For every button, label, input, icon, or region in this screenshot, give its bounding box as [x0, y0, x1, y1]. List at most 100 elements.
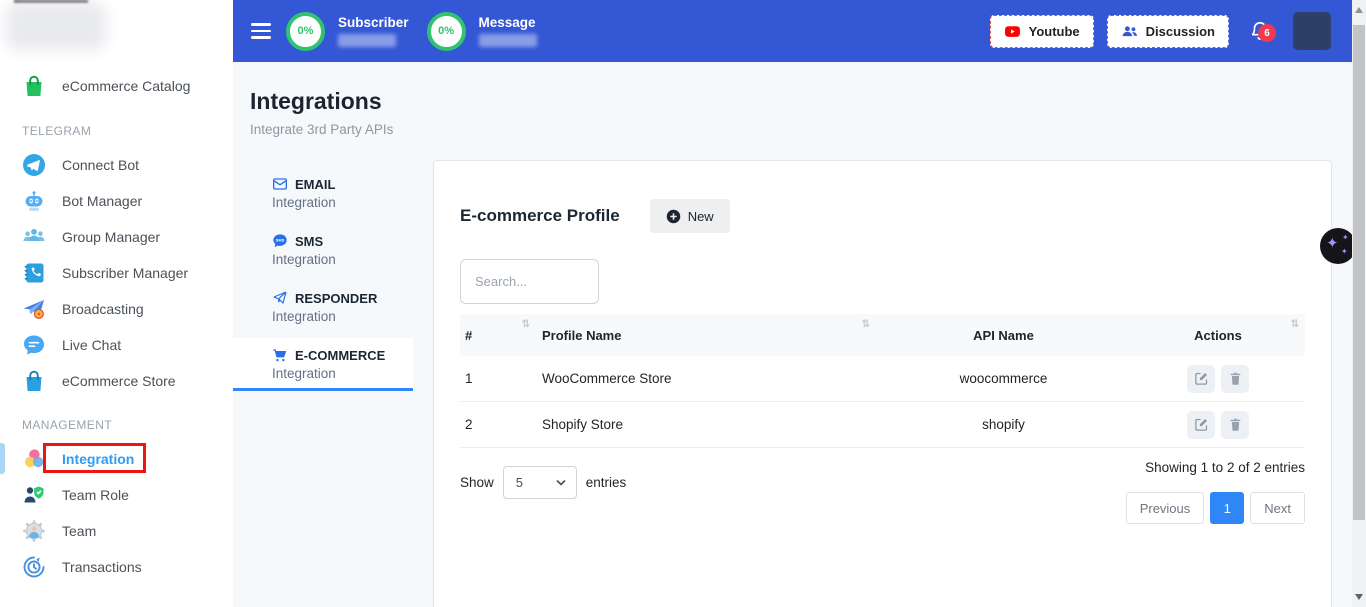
scroll-up-arrow[interactable] — [1352, 2, 1366, 18]
sparkle-icon: ✦ — [1342, 234, 1349, 242]
page-size-value: 5 — [516, 475, 523, 490]
scroll-down-arrow[interactable] — [1352, 589, 1366, 605]
previous-page-button[interactable]: Previous — [1126, 492, 1205, 524]
column-header-actions[interactable]: Actions ⇅ — [1131, 314, 1305, 356]
delete-button[interactable] — [1221, 365, 1249, 393]
sidebar-item-team[interactable]: Team — [0, 513, 233, 549]
notifications-button[interactable]: 6 — [1249, 20, 1271, 42]
row-api-name: shopify — [876, 417, 1131, 432]
column-header-api-name[interactable]: API Name — [876, 314, 1131, 356]
sort-icon: ⇅ — [522, 319, 530, 330]
sidebar-item-connect-bot[interactable]: Connect Bot — [0, 147, 233, 183]
row-profile-name: WooCommerce Store — [536, 371, 876, 386]
app-window: eCommerce Catalog TELEGRAM Connect Bot B… — [0, 0, 1366, 607]
plus-circle-icon — [666, 209, 681, 224]
subnav-title-label: E-COMMERCE — [295, 348, 385, 363]
page-head: Integrations Integrate 3rd Party APIs — [250, 88, 393, 137]
subnav-title-label: SMS — [295, 234, 323, 249]
hamburger-menu-icon[interactable] — [251, 23, 271, 38]
table-header-row: # ⇅ Profile Name ⇅ API Name Actions ⇅ — [460, 314, 1305, 356]
avatar[interactable] — [1293, 12, 1331, 50]
profiles-table: # ⇅ Profile Name ⇅ API Name Actions ⇅ — [460, 314, 1305, 448]
entries-label: entries — [586, 475, 627, 490]
sidebar-section-management: MANAGEMENT — [0, 399, 233, 441]
subnav-subtitle: Integration — [250, 252, 413, 267]
sparkle-icon: ✦ — [1341, 248, 1348, 256]
next-page-button[interactable]: Next — [1250, 492, 1305, 524]
edit-pencil-icon — [1194, 417, 1209, 432]
topbar: 0% Subscriber 0% Message Youtube — [233, 0, 1366, 62]
telegram-plane-icon — [22, 153, 46, 177]
page-subtitle: Integrate 3rd Party APIs — [250, 122, 393, 137]
column-header-profile-name[interactable]: Profile Name ⇅ — [536, 314, 876, 356]
subnav-subtitle: Integration — [250, 309, 413, 324]
sidebar-item-ecommerce-catalog[interactable]: eCommerce Catalog — [0, 68, 233, 104]
subscriber-stat: 0% Subscriber — [286, 12, 409, 51]
table-row: 1 WooCommerce Store woocommerce — [460, 356, 1305, 402]
robot-icon — [22, 189, 46, 213]
edit-pencil-icon — [1194, 371, 1209, 386]
sort-icon: ⇅ — [862, 319, 870, 330]
sidebar-item-label: Subscriber Manager — [62, 265, 188, 281]
subnav-subtitle: Integration — [250, 366, 413, 381]
card-title: E-commerce Profile — [460, 206, 620, 226]
sidebar-item-label: eCommerce Store — [62, 373, 176, 389]
new-button-label: New — [688, 209, 714, 224]
subscriber-count-blurred — [338, 34, 396, 47]
sidebar-section-telegram: TELEGRAM — [0, 104, 233, 147]
table-footer: Show 5 entries Showing 1 to 2 of 2 entri… — [460, 452, 1305, 524]
sidebar-item-live-chat[interactable]: Live Chat — [0, 327, 233, 363]
sidebar-item-broadcasting[interactable]: Broadcasting — [0, 291, 233, 327]
page-title: Integrations — [250, 88, 393, 115]
chat-bubble-icon — [22, 333, 46, 357]
svg-text:SMS: SMS — [276, 238, 285, 243]
sidebar-item-integration[interactable]: Integration — [0, 441, 233, 477]
megaphone-plane-icon — [22, 297, 46, 321]
sms-bubble-icon: SMS — [272, 233, 288, 249]
row-api-name: woocommerce — [876, 371, 1131, 386]
sidebar-item-group-manager[interactable]: Group Manager — [0, 219, 233, 255]
tab-ecommerce-integration[interactable]: E-COMMERCE Integration — [233, 338, 413, 391]
current-page-button[interactable]: 1 — [1210, 492, 1244, 524]
message-count-blurred — [479, 34, 537, 47]
page-size-select[interactable]: 5 — [503, 466, 577, 499]
clock-history-icon — [22, 555, 46, 579]
message-progress-circle: 0% — [427, 12, 466, 51]
tab-sms-integration[interactable]: SMS SMS Integration — [233, 224, 413, 277]
delete-button[interactable] — [1221, 411, 1249, 439]
discussion-button[interactable]: Discussion — [1107, 15, 1229, 48]
sidebar-item-label: Group Manager — [62, 229, 160, 245]
edit-button[interactable] — [1187, 365, 1215, 393]
sidebar-item-subscriber-manager[interactable]: Subscriber Manager — [0, 255, 233, 291]
discussion-button-label: Discussion — [1146, 24, 1215, 39]
tab-responder-integration[interactable]: RESPONDER Integration — [233, 281, 413, 334]
pagination: Previous 1 Next — [1126, 492, 1305, 524]
sidebar-item-label: eCommerce Catalog — [62, 78, 190, 94]
ai-assistant-fab[interactable]: ✦ ✦ ✦ — [1320, 228, 1356, 264]
sidebar-item-team-role[interactable]: Team Role — [0, 477, 233, 513]
app-logo-blurred — [6, 2, 106, 50]
edit-button[interactable] — [1187, 411, 1215, 439]
column-header-num[interactable]: # ⇅ — [460, 314, 536, 356]
people-group-icon — [22, 225, 46, 249]
new-profile-button[interactable]: New — [650, 199, 730, 233]
subnav-title-label: EMAIL — [295, 177, 335, 192]
youtube-icon — [1004, 23, 1021, 40]
subscriber-progress-circle: 0% — [286, 12, 325, 51]
trash-icon — [1228, 417, 1243, 432]
tab-email-integration[interactable]: EMAIL Integration — [233, 167, 413, 220]
chevron-down-icon — [556, 478, 566, 488]
sidebar-item-transactions[interactable]: Transactions — [0, 549, 233, 585]
sidebar-item-bot-manager[interactable]: Bot Manager — [0, 183, 233, 219]
showing-entries-text: Showing 1 to 2 of 2 entries — [1145, 460, 1305, 475]
scrollbar-thumb[interactable] — [1353, 25, 1365, 520]
sidebar-item-label: Team — [62, 523, 96, 539]
active-indicator-bar — [0, 443, 5, 474]
vertical-scrollbar — [1352, 0, 1366, 607]
show-label: Show — [460, 475, 494, 490]
youtube-button[interactable]: Youtube — [990, 15, 1094, 48]
sidebar-item-ecommerce-store[interactable]: eCommerce Store — [0, 363, 233, 399]
main-area: 0% Subscriber 0% Message Youtube — [233, 0, 1366, 607]
envelope-icon — [272, 176, 288, 192]
search-input[interactable] — [460, 259, 599, 304]
